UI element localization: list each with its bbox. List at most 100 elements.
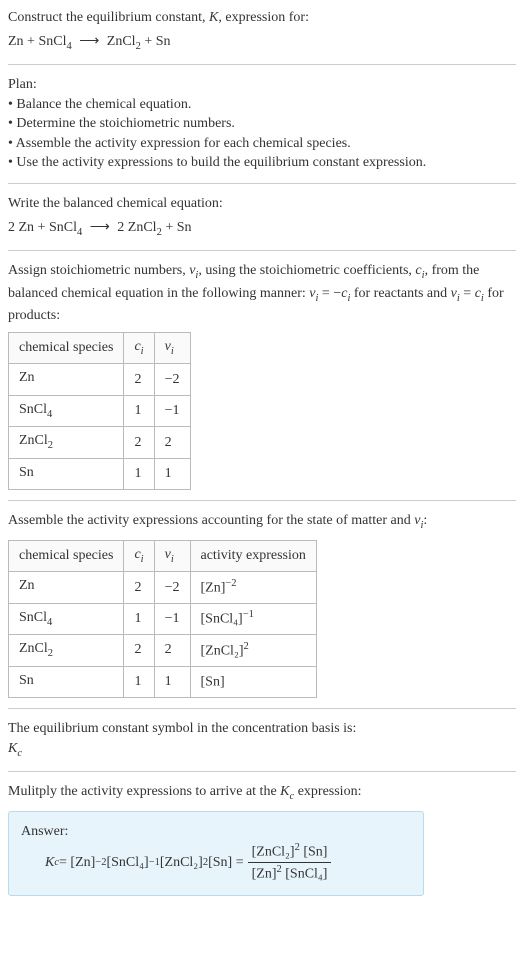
activity-title: Assemble the activity expressions accoun… [8,511,516,533]
cell-species: SnCl4 [9,603,124,634]
sp: SnCl [19,402,47,417]
stoich-table: chemical species ci νi Zn2−2 SnCl41−1 Zn… [8,332,191,490]
spsub: 4 [47,616,52,627]
cell-c: 1 [124,458,154,489]
cell-c: 1 [124,603,154,634]
divider [8,64,516,65]
eq-sub1: 4 [66,40,71,51]
st-t2: , using the stoichiometric coefficients, [198,263,415,278]
table-row: Zn2−2[Zn]−2 [9,572,317,603]
intro-line1: Construct the equilibrium constant, K, e… [8,8,516,28]
spsub: 2 [48,440,53,451]
cell-c: 1 [124,395,154,426]
balanced-section: Write the balanced chemical equation: 2 … [8,194,516,240]
cell-n: 1 [154,666,190,697]
stoich-intro: Assign stoichiometric numbers, νi, using… [8,261,516,326]
cell-species: Sn [9,458,124,489]
st-eq2: = [460,286,475,301]
cell-act: [ZnCl₂]2 [190,635,316,666]
ae1: −2 [95,856,106,871]
h3: νi [165,339,174,354]
stoich-section: Assign stoichiometric numbers, νi, using… [8,261,516,490]
col-species: chemical species [9,332,124,363]
cell-species: ZnCl2 [9,635,124,666]
cell-n: −1 [154,603,190,634]
bal-sub1: 4 [77,226,82,237]
plan-bullet-1: • Balance the chemical equation. [8,95,516,115]
aeq: = [Zn] [59,853,95,873]
cell-n: −2 [154,572,190,603]
answer-box: Answer: Kc = [Zn]−2 [SnCl₄]−1 [ZnCl₂]2 [… [8,811,424,896]
table-header-row: chemical species ci νi activity expressi… [9,540,317,571]
balanced-equation: 2 Zn + SnCl4 ⟶ 2 ZnCl2 + Sn [8,218,516,240]
sp: SnCl [19,610,47,625]
sp: Zn [19,578,35,593]
ap4: [Sn] = [208,853,244,873]
akc: K [45,853,54,873]
activity-section: Assemble the activity expressions accoun… [8,511,516,698]
plan-bullet-4: • Use the activity expressions to build … [8,153,516,173]
h2: ci [134,547,143,562]
n1: [ZnCl₂] [252,845,295,860]
cell-c: 1 [124,666,154,697]
sp: Sn [19,673,34,688]
cell-act: [SnCl₄]−1 [190,603,316,634]
act: [SnCl₄] [201,612,243,627]
m1: Mulitply the activity expressions to arr… [8,784,280,799]
table-row: Sn11 [9,458,191,489]
col-ci: ci [124,540,154,571]
plan-bullet-2: • Determine the stoichiometric numbers. [8,114,516,134]
divider [8,708,516,709]
table-row: SnCl41−1[SnCl₄]−1 [9,603,317,634]
kcsub: c [17,747,22,758]
mkc: K [280,784,289,799]
balanced-title: Write the balanced chemical equation: [8,194,516,214]
cell-species: Sn [9,666,124,697]
ae2: −1 [149,856,160,871]
divider [8,250,516,251]
bal-right1: 2 ZnCl [117,220,156,235]
h3: νi [165,547,174,562]
cell-species: Zn [9,572,124,603]
h2: ci [134,339,143,354]
d1: [Zn] [252,867,277,882]
cell-c: 2 [124,572,154,603]
frac-num: [ZnCl₂]2 [Sn] [248,841,332,863]
kc: K [8,741,17,756]
col-ci: ci [124,332,154,363]
d2: [SnCl₄] [282,867,328,882]
actexp: −2 [225,578,236,589]
bal-right2: + Sn [162,220,192,235]
divider [8,183,516,184]
ap3: [ZnCl₂] [160,853,203,873]
intro-equation: Zn + SnCl4 ⟶ ZnCl2 + Sn [8,32,516,54]
table-header-row: chemical species ci νi [9,332,191,363]
sp: ZnCl [19,641,48,656]
act-t1: Assemble the activity expressions accoun… [8,513,414,528]
answer-fraction: [ZnCl₂]2 [Sn] [Zn]2 [SnCl₄] [248,841,332,885]
divider [8,500,516,501]
col-species: chemical species [9,540,124,571]
spsub: 4 [47,408,52,419]
cell-c: 2 [124,635,154,666]
act: [Zn] [201,580,226,595]
act: [Sn] [201,675,225,690]
act: [ZnCl₂] [201,643,244,658]
eq-right2: + Sn [141,34,171,49]
table-row: ZnCl222[ZnCl₂]2 [9,635,317,666]
table-row: ZnCl222 [9,427,191,458]
activity-table: chemical species ci νi activity expressi… [8,540,317,698]
spsub: 2 [48,648,53,659]
table-row: SnCl41−1 [9,395,191,426]
ap2: [SnCl₄] [106,853,148,873]
eq-right1: ZnCl [107,34,136,49]
intro-section: Construct the equilibrium constant, K, e… [8,8,516,54]
cell-species: ZnCl2 [9,427,124,458]
divider [8,771,516,772]
answer-label: Answer: [21,822,411,842]
actexp: 2 [243,641,248,652]
plan-title: Plan: [8,75,516,95]
intro-text-1: Construct the equilibrium constant, [8,10,209,25]
eq-left: Zn + SnCl [8,34,66,49]
cell-n: 1 [154,458,190,489]
